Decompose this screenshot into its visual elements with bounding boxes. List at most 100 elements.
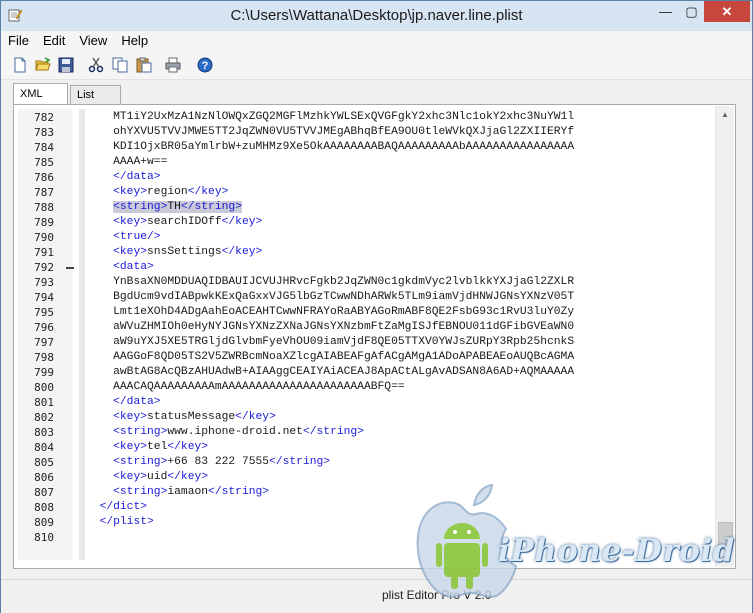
code-line[interactable]: 788 <string>TH</string> [14, 200, 714, 215]
code-text: <string>TH</string> [86, 200, 242, 215]
code-text: awBtAG8AcQBzAHUAdwB+AIAAggCEAIYAiACEAJ8A… [86, 365, 574, 380]
line-content: <key>searchIDOff</key> [113, 216, 262, 228]
code-line[interactable]: 782 MT1iY2UxMzA1NzNlOWQxZGQ2MGFlMzhkYWLS… [14, 110, 714, 125]
new-file-button[interactable] [11, 56, 29, 74]
data-text: aWVuZHMIOh0eHyNYJGNsYXNzZXNaJGNsYXNzbmFt… [113, 321, 575, 333]
line-number: 795 [34, 306, 54, 319]
code-line[interactable]: 803 <string>www.iphone-droid.net</string… [14, 425, 714, 440]
copy-button[interactable] [111, 56, 129, 74]
code-text: <true/> [86, 230, 160, 245]
line-number: 806 [34, 471, 54, 484]
xml-value: uid [147, 471, 168, 483]
xml-open-tag: <key> [113, 411, 148, 423]
code-text: <key>snsSettings</key> [86, 245, 262, 260]
line-number: 792 [34, 261, 54, 274]
code-line[interactable]: 797 aW9uYXJ5XE5TRGljdGlvbmFyeVhOU09iamVj… [14, 335, 714, 350]
xml-close-tag: </key> [187, 186, 229, 198]
window-title: C:\Users\Wattana\Desktop\jp.naver.line.p… [230, 7, 523, 24]
paste-button[interactable] [135, 56, 153, 74]
code-line[interactable]: 792 <data> [14, 260, 714, 275]
line-number: 800 [34, 381, 54, 394]
xml-open-tag: <key> [113, 186, 148, 198]
scroll-up-arrow-icon[interactable]: ▲ [716, 106, 734, 123]
xml-tag: <data> [113, 261, 154, 273]
line-number: 790 [34, 231, 54, 244]
line-content: <true/> [113, 231, 160, 243]
code-line[interactable]: 785 AAAA+w== [14, 155, 714, 170]
code-line[interactable]: 790 <true/> [14, 230, 714, 245]
code-line[interactable]: 795 Lmt1eXOhD4ADgAahEoACEAHTCwwNFRAYoRaA… [14, 305, 714, 320]
line-number: 810 [34, 531, 54, 544]
code-text: AAGGoF8QD05TS2V5ZWRBcmNoaXZlcgAIABEAFgAf… [86, 350, 574, 365]
code-line[interactable]: 804 <key>tel</key> [14, 440, 714, 455]
code-lines: 782 MT1iY2UxMzA1NzNlOWQxZGQ2MGFlMzhkYWLS… [14, 110, 714, 545]
xml-value: www.iphone-droid.net [167, 426, 303, 438]
code-text: AAACAQAAAAAAAAAmAAAAAAAAAAAAAAAAAAAAAABF… [86, 380, 405, 395]
print-icon [165, 57, 181, 73]
menu-bar: File Edit View Help [1, 31, 752, 51]
line-number: 803 [34, 426, 54, 439]
open-folder-icon [35, 57, 51, 71]
fold-marker-icon[interactable] [66, 267, 74, 269]
save-icon [58, 57, 74, 73]
code-line[interactable]: 796 aWVuZHMIOh0eHyNYJGNsYXNzZXNaJGNsYXNz… [14, 320, 714, 335]
xml-value: iamaon [167, 486, 209, 498]
line-content: Lmt1eXOhD4ADgAahEoACEAHTCwwNFRAYoRaABYAG… [113, 306, 574, 318]
code-line[interactable]: 793 YnBsaXN0MDDUAQIDBAUIJCVUJHRvcFgkb2Jq… [14, 275, 714, 290]
code-line[interactable]: 786 </data> [14, 170, 714, 185]
code-line[interactable]: 798 AAGGoF8QD05TS2V5ZWRBcmNoaXZlcgAIABEA… [14, 350, 714, 365]
cut-button[interactable] [87, 56, 105, 74]
code-line[interactable]: 800 AAACAQAAAAAAAAAmAAAAAAAAAAAAAAAAAAAA… [14, 380, 714, 395]
tab-xml-view[interactable]: XML View [13, 83, 68, 120]
line-content: </dict> [100, 501, 147, 513]
print-button[interactable] [164, 56, 182, 74]
new-file-icon [14, 57, 26, 73]
code-line[interactable]: 787 <key>region</key> [14, 185, 714, 200]
iphone-droid-watermark: iPhone-Droid [406, 481, 751, 606]
line-number: 796 [34, 321, 54, 334]
code-line[interactable]: 802 <key>statusMessage</key> [14, 410, 714, 425]
code-line[interactable]: 783 ohYXVU5TVVJMWE5TT2JqZWN0VU5TVVJMEgAB… [14, 125, 714, 140]
line-number: 802 [34, 411, 54, 424]
open-button[interactable] [34, 56, 52, 74]
xml-open-tag: <string> [113, 201, 168, 213]
line-content: aW9uYXJ5XE5TRGljdGlvbmFyeVhOU09iamVjdF8Q… [113, 336, 574, 348]
line-content: <string>iamaon</string> [113, 486, 269, 498]
code-line[interactable]: 801 </data> [14, 395, 714, 410]
code-line[interactable]: 791 <key>snsSettings</key> [14, 245, 714, 260]
code-text: <key>tel</key> [86, 440, 208, 455]
menu-file[interactable]: File [1, 31, 36, 51]
save-button[interactable] [57, 56, 75, 74]
minimize-button[interactable]: — [652, 1, 679, 22]
code-line[interactable]: 784 KDI1OjxBR05aYmlrbW+zuMHMz9Xe5OkAAAAA… [14, 140, 714, 155]
code-text: KDI1OjxBR05aYmlrbW+zuMHMz9Xe5OkAAAAAAAAB… [86, 140, 574, 155]
xml-value: +66 83 222 7555 [167, 456, 270, 468]
menu-help[interactable]: Help [114, 31, 155, 51]
line-number: 793 [34, 276, 54, 289]
svg-text:?: ? [202, 60, 209, 72]
tab-list-view[interactable]: List View [70, 85, 121, 120]
title-bar[interactable]: C:\Users\Wattana\Desktop\jp.naver.line.p… [1, 1, 752, 31]
menu-edit[interactable]: Edit [36, 31, 72, 51]
xml-close-tag: </key> [221, 246, 263, 258]
code-text: </data> [86, 170, 160, 185]
code-line[interactable]: 789 <key>searchIDOff</key> [14, 215, 714, 230]
close-button[interactable]: ✕ [704, 1, 750, 22]
line-content: ohYXVU5TVVJMWE5TT2JqZWN0VU5TVVJMEgABhqBf… [113, 126, 574, 138]
code-line[interactable]: 799 awBtAG8AcQBzAHUAdwB+AIAAggCEAIYAiACE… [14, 365, 714, 380]
xml-open-tag: <string> [113, 426, 168, 438]
code-line[interactable]: 805 <string>+66 83 222 7555</string> [14, 455, 714, 470]
xml-value: statusMessage [147, 411, 236, 423]
line-number: 804 [34, 441, 54, 454]
code-text: aWVuZHMIOh0eHyNYJGNsYXNzZXNaJGNsYXNzbmFt… [86, 320, 574, 335]
code-text: </dict> [86, 500, 147, 515]
menu-view[interactable]: View [72, 31, 114, 51]
code-line[interactable]: 794 BgdUcm9vdIABpwkKExQaGxxVJG5lbGzTCwwN… [14, 290, 714, 305]
help-button[interactable]: ? [196, 56, 214, 74]
maximize-button[interactable]: ▢ [678, 1, 705, 22]
